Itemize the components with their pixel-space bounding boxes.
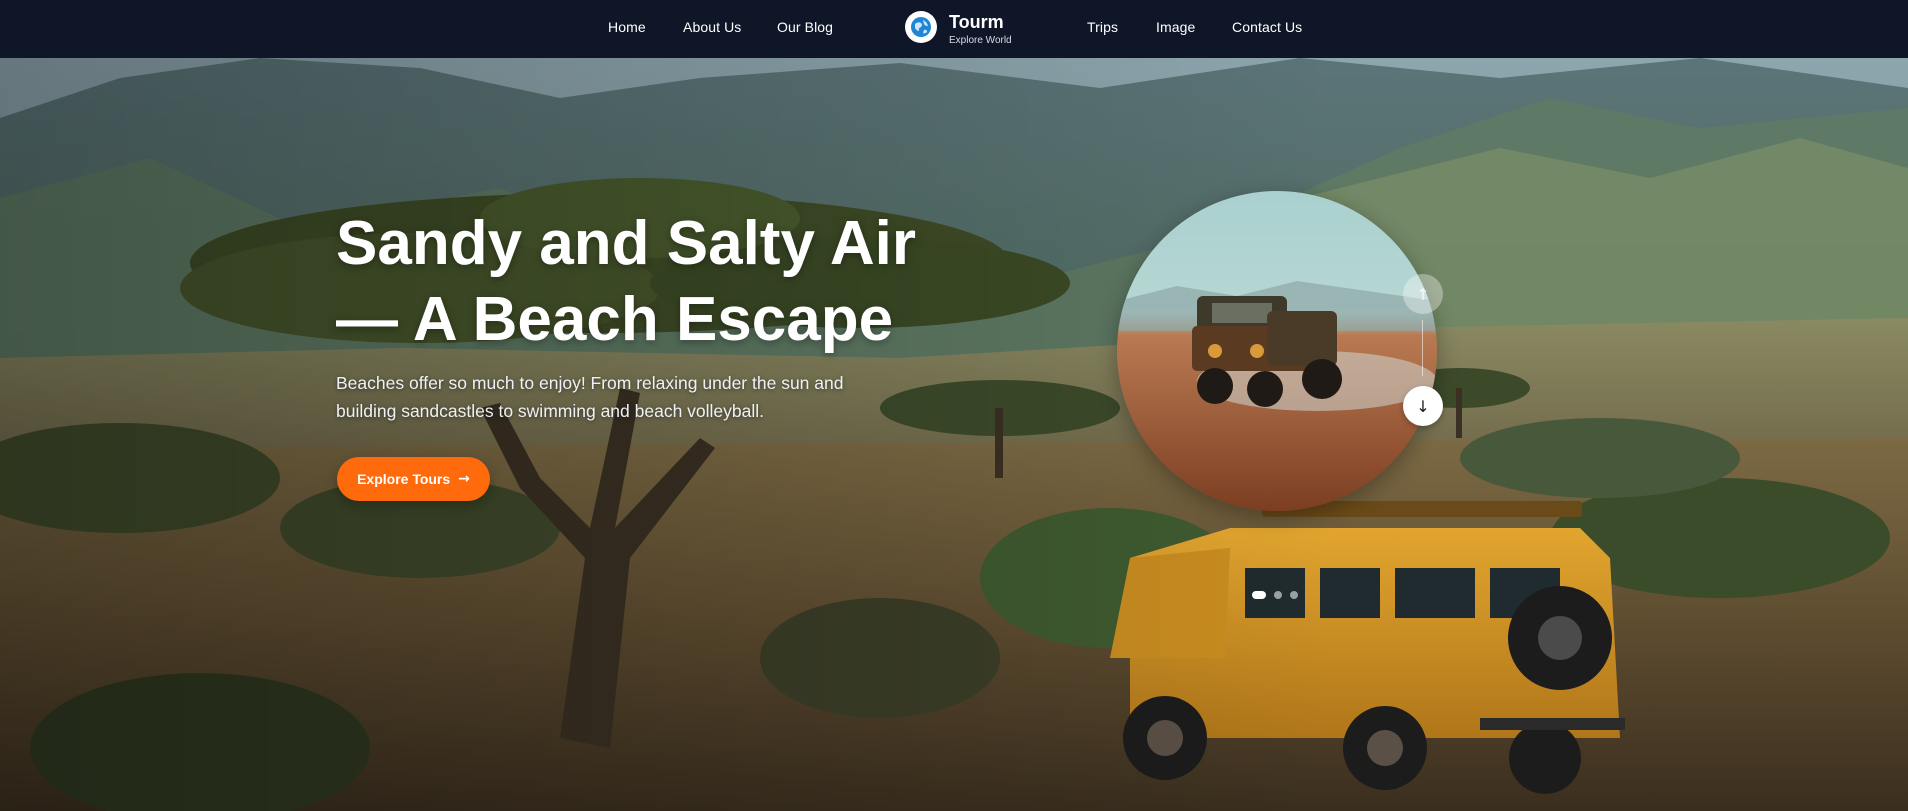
globe-icon [905, 11, 937, 43]
hero-section: Sandy and Salty Air — A Beach Escape Bea… [0, 58, 1908, 811]
brand-tagline: Explore World [949, 35, 1012, 46]
brand-name: Tourm [949, 12, 1004, 32]
hero-title: Sandy and Salty Air — A Beach Escape [336, 206, 976, 358]
brand-logo-link[interactable]: Tourm Explore World [905, 11, 1035, 47]
slider-dots [1252, 591, 1298, 599]
hero-title-line-1: Sandy and Salty Air [336, 209, 916, 278]
slider-dot[interactable] [1274, 591, 1282, 599]
nav-contact-us[interactable]: Contact Us [1232, 19, 1302, 35]
arrow-up-icon: ↑ [1416, 284, 1430, 304]
arrow-down-icon: ↓ [1416, 396, 1430, 416]
slider-next-button[interactable]: ↓ [1403, 386, 1443, 426]
hero-title-line-2: — A Beach Escape [336, 285, 894, 354]
arrow-right-icon: → [458, 471, 470, 487]
nav-about-us[interactable]: About Us [683, 19, 741, 35]
explore-tours-label: Explore Tours [357, 471, 451, 487]
slider-divider [1422, 320, 1423, 376]
slide-preview-image[interactable] [1117, 191, 1437, 511]
nav-trips[interactable]: Trips [1087, 19, 1118, 35]
slider-prev-button[interactable]: ↑ [1403, 274, 1443, 314]
top-navigation: Home About Us Our Blog Tourm Explore Wor… [0, 0, 1908, 58]
nav-image[interactable]: Image [1156, 19, 1195, 35]
nav-our-blog[interactable]: Our Blog [777, 19, 833, 35]
slider-dot[interactable] [1252, 591, 1266, 599]
hero-description: Beaches offer so much to enjoy! From rel… [336, 373, 844, 421]
hero-overlay [0, 58, 1908, 811]
slider-dot[interactable] [1290, 591, 1298, 599]
nav-home[interactable]: Home [608, 19, 646, 35]
explore-tours-button[interactable]: Explore Tours → [337, 457, 490, 501]
